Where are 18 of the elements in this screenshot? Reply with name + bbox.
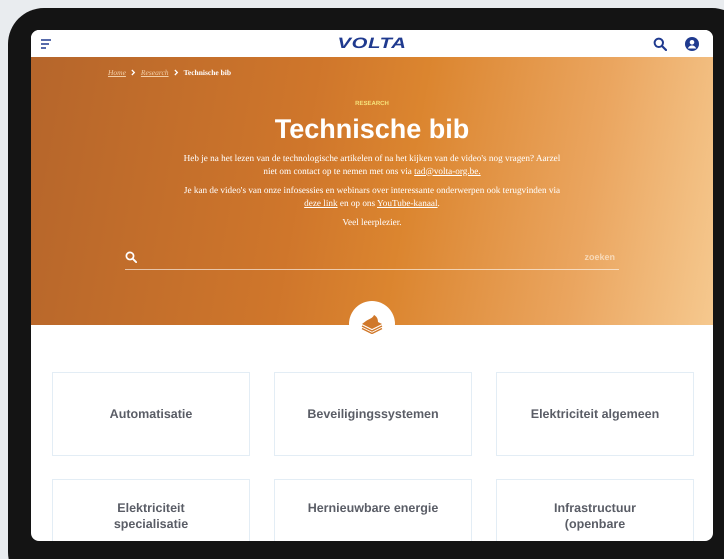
menu-icon[interactable] xyxy=(40,38,52,50)
intro-paragraph: Je kan de video's van onze infosessies en webinars over interessante onderwerpen ook terugvinden via deze link en op ons YouTube-kanaal. xyxy=(182,184,562,209)
intro-paragraph: Heb je na het lezen van de technologische artikelen of na het kijken van de video's nog vragen? Aarzel niet om contact op te nemen met ons via tad@volta-org.be. xyxy=(182,152,562,177)
intro-paragraph: Veel leerplezier. xyxy=(342,216,402,228)
category-card[interactable]: Hernieuwbare energie xyxy=(274,479,472,541)
chevron-icon xyxy=(174,69,179,76)
search-icon[interactable] xyxy=(653,36,667,50)
category-card[interactable]: Elektriciteit specialisatie xyxy=(52,479,250,541)
logo[interactable]: VOLTA xyxy=(338,35,406,52)
category-card[interactable]: Automatisatie xyxy=(52,372,250,456)
user-icon[interactable] xyxy=(685,36,699,50)
paper-stack-icon xyxy=(360,314,384,334)
page-title: Technische bib xyxy=(274,114,470,145)
category-card[interactable]: Infrastructuur (openbare xyxy=(496,479,694,541)
search-icon xyxy=(125,251,137,263)
category-card[interactable]: Beveiligingssystemen xyxy=(274,372,472,456)
category-card[interactable]: Elektriciteit algemeen xyxy=(496,372,694,456)
chevron-icon xyxy=(130,69,136,76)
